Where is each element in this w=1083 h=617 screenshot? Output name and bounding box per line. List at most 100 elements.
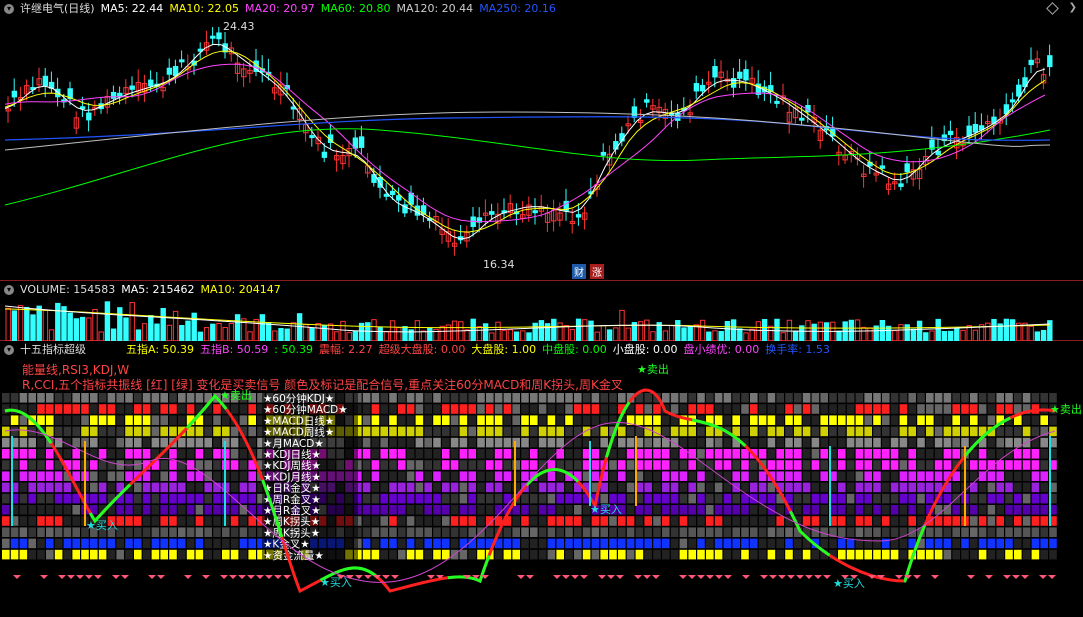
signal-cell [389,393,397,403]
diamond-mark [1003,575,1011,579]
signal-cell [846,460,855,470]
signal-cell [565,460,573,470]
signal-cell [961,527,969,537]
signal-cell [662,449,670,459]
signal-cell [63,538,72,549]
signal-cell [714,538,723,549]
diamond-mark [652,575,660,579]
signal-cell [1014,505,1022,515]
signal-cell [723,516,732,526]
signal-cell [574,393,582,403]
volume-bar [892,330,898,341]
signal-cell [125,538,133,549]
signal-cell [530,482,538,493]
signal-cell [644,505,652,515]
signal-cell [151,538,160,549]
signal-cell [890,493,899,504]
signal-cell [688,516,696,526]
signal-cell [811,460,820,470]
signal-cell [380,505,388,515]
price-chart[interactable] [0,0,1083,281]
signal-cell [970,404,978,414]
volume-bar [61,306,67,341]
signal-cell [987,471,996,481]
volume-bar [916,320,923,341]
signal-cell [670,538,679,549]
volume-chart[interactable] [0,281,1083,341]
signal-cell [125,426,133,437]
signal-cell [970,393,978,403]
diamond-mark [967,575,975,579]
signal-cell [46,393,54,403]
candle-body [879,165,886,169]
signal-cell [116,449,124,459]
signal-cell [978,493,987,504]
signal-cell [846,437,855,448]
signal-cell [63,516,72,526]
signal-cell [116,437,124,448]
signal-cell [107,437,116,448]
signal-cell [63,426,72,437]
signal-cell [882,393,890,403]
signal-cell [530,460,538,470]
signal-cell [406,493,415,504]
flag-zhang[interactable]: 涨 [590,264,604,279]
signal-cell [512,549,520,560]
signal-cell [952,505,960,515]
signal-cell [90,404,98,414]
signal-cell [415,505,424,515]
signal-cell [503,415,512,425]
signal-cell [512,527,520,537]
signal-cell [98,549,107,560]
signal-cell [54,482,63,493]
signal-cell [776,393,784,403]
signal-cell [943,527,952,537]
signal-cell [169,482,177,493]
diamond-mark [202,575,210,579]
signal-cell [424,549,432,560]
signal-cell [741,415,749,425]
signal-cell [54,426,63,437]
signal-cell [54,493,63,504]
volume-bar [24,306,30,341]
flag-cai[interactable]: 财 [572,264,586,279]
signal-cell [873,460,881,470]
signal-cell [380,426,388,437]
candle-body [712,66,718,78]
signal-cell [829,393,837,403]
volume-bar [910,328,917,341]
signal-cell [442,493,450,504]
signal-cell [72,538,80,549]
signal-cell [882,493,890,504]
volume-bar [507,329,514,341]
signal-cell [530,437,538,448]
volume-bar [811,323,817,341]
signal-cell [239,549,248,560]
indicator-chart[interactable]: ★60分钟KDJ★★60分钟MACD★★MACD日线★★MACD周线★★月MAC… [0,341,1083,617]
signal-cell [512,437,520,448]
signal-cell [591,549,600,560]
volume-bar [613,327,619,341]
signal-cell [486,437,494,448]
volume-bar [315,322,321,341]
signal-cell [134,449,142,459]
signal-cell [248,482,256,493]
signal-cell [996,538,1004,549]
volume-bar [272,330,278,341]
signal-cell [46,527,54,537]
signal-cell [406,471,415,481]
signal-cell [785,538,793,549]
signal-cell [204,505,212,515]
signal-cell [970,493,978,504]
signal-cell [424,415,432,425]
signal-cell [450,437,459,448]
signal-cell [741,460,749,470]
signal-cell [406,393,415,403]
signal-cell [151,482,160,493]
signal-cell [213,549,221,560]
diamond-mark [598,575,606,579]
signal-cell [996,505,1004,515]
signal-cell [697,549,705,560]
signal-cell [415,516,424,526]
signal-cell [503,404,512,414]
